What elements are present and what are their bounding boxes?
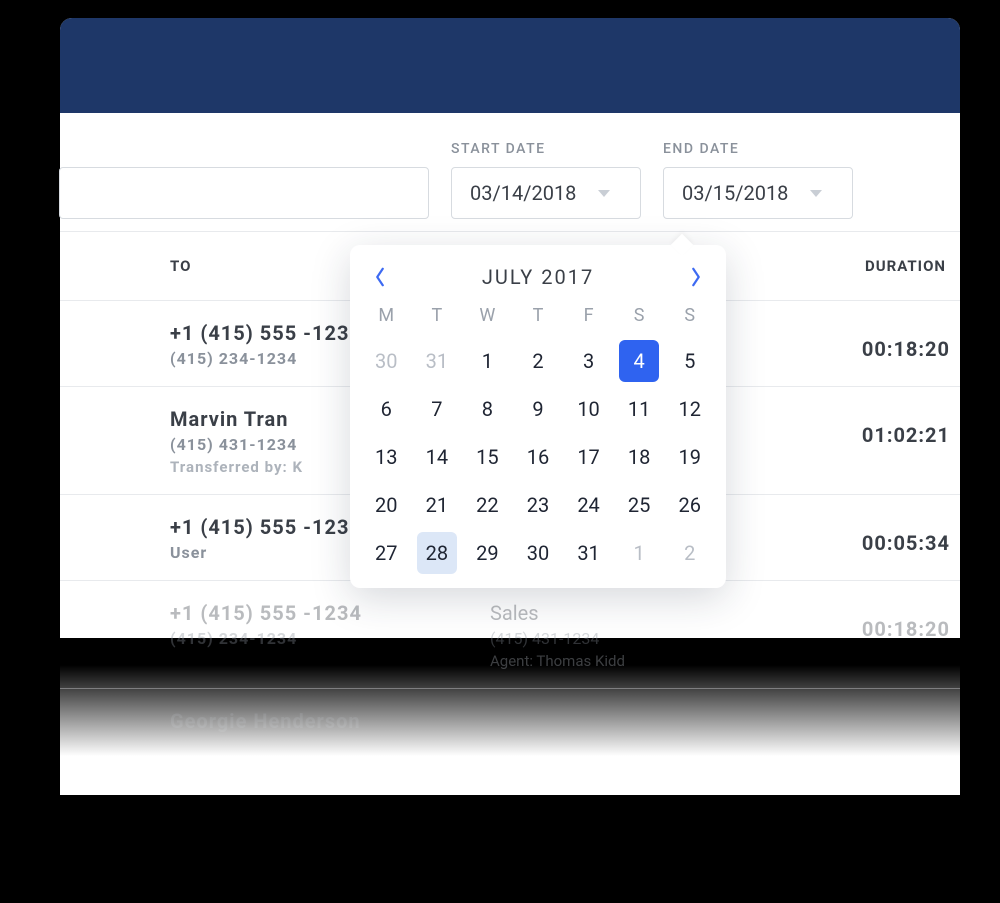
row-duration: 00:18:20 [810,601,950,641]
calendar-popover: JULY 2017 MTWTFSS30311234567891011121314… [350,245,726,588]
calendar-day[interactable]: 16 [518,436,558,478]
row-duration: 00:05:34 [810,515,950,555]
end-date-value: 03/15/2018 [682,181,788,205]
calendar-day[interactable]: 31 [569,532,609,574]
calendar-day[interactable]: 30 [518,532,558,574]
calendar-day[interactable]: 19 [670,436,710,478]
calendar-day[interactable]: 29 [467,532,507,574]
calendar-prev-button[interactable] [368,265,392,289]
calendar-day[interactable]: 2 [518,340,558,382]
calendar-day[interactable]: 21 [417,484,457,526]
calendar-day[interactable]: 1 [619,532,659,574]
end-date-select[interactable]: 03/15/2018 [663,167,853,219]
calendar-weekday: S [615,299,664,334]
calendar-day[interactable]: 23 [518,484,558,526]
calendar-day[interactable]: 4 [619,340,659,382]
header-bar [60,18,960,113]
start-date-group: START DATE 03/14/2018 [451,141,641,219]
calendar-day[interactable]: 17 [569,436,609,478]
phone-outgoing-icon [80,605,106,631]
calendar-day[interactable]: 12 [670,388,710,430]
row-duration: 00:18:20 [810,321,950,361]
phone-outgoing-icon [80,325,106,351]
end-date-group: END DATE 03/15/2018 [663,141,853,219]
calendar-day[interactable]: 9 [518,388,558,430]
end-date-label: END DATE [663,141,853,157]
calendar-day[interactable]: 31 [417,340,457,382]
row-mid-tertiary: Agent: Thomas Kidd [490,652,810,670]
calendar-day[interactable]: 20 [366,484,406,526]
calendar-day[interactable]: 24 [569,484,609,526]
start-date-select[interactable]: 03/14/2018 [451,167,641,219]
row-secondary: (415) 234-1234 [170,629,490,648]
table-row[interactable]: Georgie Henderson [60,689,960,775]
start-date-label: START DATE [451,141,641,157]
search-input[interactable] [59,167,429,219]
calendar-day[interactable]: 25 [619,484,659,526]
calendar-day[interactable]: 2 [670,532,710,574]
row-duration [810,709,950,725]
start-date-value: 03/14/2018 [470,181,576,205]
calendar-day[interactable]: 11 [619,388,659,430]
phone-incoming-icon [80,519,106,545]
filters-row: START DATE 03/14/2018 END DATE 03/15/201… [60,113,960,231]
calendar-weekday: F [564,299,613,334]
caret-down-icon [598,190,610,197]
calendar-day[interactable]: 6 [366,388,406,430]
calendar-weekday: W [463,299,512,334]
calendar-day[interactable]: 10 [569,388,609,430]
calendar-day[interactable]: 3 [569,340,609,382]
calendar-weekday: T [514,299,563,334]
row-mid-secondary: (415) 431-1234 [490,629,810,648]
calendar-day[interactable]: 15 [467,436,507,478]
calendar-weekday: T [413,299,462,334]
calendar-day[interactable]: 28 [417,532,457,574]
table-row[interactable]: +1 (415) 555 -1234 (415) 234-1234Sales (41… [60,581,960,689]
calendar-day[interactable]: 1 [467,340,507,382]
row-duration: 01:02:21 [810,407,950,447]
calendar-day[interactable]: 26 [670,484,710,526]
calendar-day[interactable]: 22 [467,484,507,526]
calendar-day[interactable]: 18 [619,436,659,478]
calendar-day[interactable]: 5 [670,340,710,382]
calendar-day[interactable]: 7 [417,388,457,430]
calendar-day[interactable]: 13 [366,436,406,478]
calendar-weekday: M [362,299,411,334]
row-mid-primary: Sales [490,601,810,625]
calendar-day[interactable]: 27 [366,532,406,574]
calendar-weekday: S [665,299,714,334]
row-primary: +1 (415) 555 -1234 [170,601,490,625]
calendar-title: JULY 2017 [482,265,594,289]
calendar-day[interactable]: 8 [467,388,507,430]
phone-incoming-icon [80,411,106,437]
row-primary: Georgie Henderson [170,709,490,733]
calendar-next-button[interactable] [684,265,708,289]
calendar-day[interactable]: 14 [417,436,457,478]
column-duration: DURATION [810,257,950,275]
calendar-day[interactable]: 30 [366,340,406,382]
caret-down-icon [810,190,822,197]
